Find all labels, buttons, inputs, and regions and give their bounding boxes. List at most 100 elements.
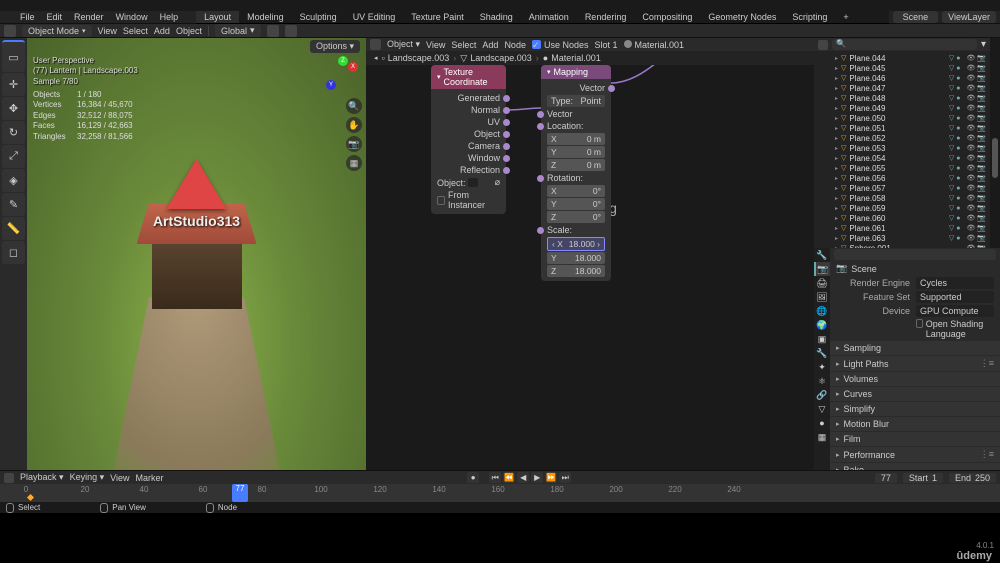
tl-marker[interactable]: Marker: [135, 473, 163, 483]
ptab-world[interactable]: 🌍: [814, 318, 830, 332]
tl-view[interactable]: View: [110, 473, 129, 483]
ptab-constraint[interactable]: 🔗: [814, 388, 830, 402]
ptab-output[interactable]: 🖨: [814, 276, 830, 290]
panel-performance[interactable]: ▸Performance⋮≡: [830, 447, 1000, 462]
ne-add[interactable]: Add: [482, 40, 498, 50]
options-dropdown[interactable]: Options ▾: [310, 40, 360, 53]
outliner-item[interactable]: ▸▽Plane.055▽ ●👁 📷: [814, 163, 990, 173]
material-select[interactable]: Material.001: [624, 40, 685, 50]
proportional-icon[interactable]: [285, 25, 297, 37]
jump-end-icon[interactable]: ⏭: [559, 472, 571, 483]
outliner-search[interactable]: 🔍: [832, 39, 977, 50]
outliner-item[interactable]: ▸▽Plane.049▽ ●👁 📷: [814, 103, 990, 113]
menu-file[interactable]: File: [16, 12, 39, 22]
tab-sculpting[interactable]: Sculpting: [292, 11, 345, 23]
mapping-type[interactable]: Type:Point: [547, 95, 605, 107]
scene-selector[interactable]: Scene: [893, 11, 939, 23]
outliner-item[interactable]: ▸▽Plane.051▽ ●👁 📷: [814, 123, 990, 133]
tab-layout[interactable]: Layout: [196, 11, 239, 23]
node-mapping[interactable]: ▾Mapping Vector Type:Point Vector Locati…: [541, 65, 611, 281]
tool-annotate[interactable]: ✎: [2, 193, 25, 216]
outliner-item[interactable]: ▸▽Plane.058▽ ●👁 📷: [814, 193, 990, 203]
tool-select-box[interactable]: ▭: [2, 40, 25, 72]
loc-z[interactable]: Z0 m: [547, 159, 605, 171]
outliner-scrollbar[interactable]: [990, 38, 1000, 248]
play-icon[interactable]: ▶: [531, 472, 543, 483]
crumb-2[interactable]: ● Material.001: [543, 53, 601, 63]
outliner-item[interactable]: ▸▽Plane.046▽ ●👁 📷: [814, 73, 990, 83]
menu-view[interactable]: View: [98, 26, 117, 36]
shader-editor[interactable]: Object ▾ View Select Add Node ✓Use Nodes…: [366, 38, 814, 470]
tab-scripting[interactable]: Scripting: [784, 11, 835, 23]
ptab-render[interactable]: 📷: [814, 262, 830, 276]
ptab-physics[interactable]: ⚛: [814, 374, 830, 388]
play-reverse-icon[interactable]: ◀: [517, 472, 529, 483]
panel-motion-blur[interactable]: ▸Motion Blur: [830, 417, 1000, 431]
tool-rotate[interactable]: ↻: [2, 121, 25, 144]
tab-texture-paint[interactable]: Texture Paint: [403, 11, 472, 23]
outliner-item[interactable]: ▸▽Plane.061▽ ●👁 📷: [814, 223, 990, 233]
end-frame[interactable]: End 250: [949, 473, 996, 483]
menu-add[interactable]: Add: [154, 26, 170, 36]
ptab-object[interactable]: ▣: [814, 332, 830, 346]
orientation-select[interactable]: Global ▾: [215, 24, 261, 37]
render-engine-select[interactable]: Cycles: [916, 277, 994, 289]
outliner-item[interactable]: ▸▽Plane.052▽ ●👁 📷: [814, 133, 990, 143]
outliner-item[interactable]: ▸▽Plane.047▽ ●👁 📷: [814, 83, 990, 93]
outliner-item[interactable]: ▸▽Plane.050▽ ●👁 📷: [814, 113, 990, 123]
outliner-item[interactable]: ▸▽Plane.059▽ ●👁 📷: [814, 203, 990, 213]
outliner-filter-icon[interactable]: ▾: [981, 39, 986, 50]
ptab-viewlayer[interactable]: 🖼: [814, 290, 830, 304]
scale-y[interactable]: Y18.000: [547, 252, 605, 264]
rot-y[interactable]: Y0°: [547, 198, 605, 210]
outliner-item[interactable]: ▸▽Plane.044▽ ●👁 📷: [814, 53, 990, 63]
ptab-tool[interactable]: 🔧: [814, 248, 830, 262]
ne-view[interactable]: View: [426, 40, 445, 50]
ptab-data[interactable]: ▽: [814, 402, 830, 416]
from-instancer-checkbox[interactable]: [437, 196, 445, 205]
menu-help[interactable]: Help: [156, 12, 183, 22]
ne-node[interactable]: Node: [504, 40, 526, 50]
outliner-item[interactable]: ▸▽Plane.054▽ ●👁 📷: [814, 153, 990, 163]
node-sidebar-tabs[interactable]: [802, 65, 814, 470]
scale-z[interactable]: Z18.000: [547, 265, 605, 277]
tab-modeling[interactable]: Modeling: [239, 11, 292, 23]
tab-geometry-nodes[interactable]: Geometry Nodes: [700, 11, 784, 23]
outliner-item[interactable]: ▸▽Plane.048▽ ●👁 📷: [814, 93, 990, 103]
ptab-texture[interactable]: ▦: [814, 430, 830, 444]
device-select[interactable]: GPU Compute: [916, 305, 994, 317]
snap-icon[interactable]: [267, 25, 279, 37]
editor-type-icon[interactable]: [4, 25, 16, 37]
next-key-icon[interactable]: ⏩: [545, 472, 557, 483]
current-frame[interactable]: 77: [875, 473, 897, 483]
tab-rendering[interactable]: Rendering: [577, 11, 635, 23]
tab-compositing[interactable]: Compositing: [634, 11, 700, 23]
outliner-type-icon[interactable]: [818, 40, 828, 50]
menu-render[interactable]: Render: [70, 12, 108, 22]
panel-curves[interactable]: ▸Curves: [830, 387, 1000, 401]
tab-shading[interactable]: Shading: [472, 11, 521, 23]
menu-window[interactable]: Window: [112, 12, 152, 22]
timeline-track[interactable]: 020406080100120140160180200220240 77: [0, 484, 1000, 502]
scale-x[interactable]: ‹ X18.000 ›: [547, 237, 605, 251]
panel-light-paths[interactable]: ▸Light Paths⋮≡: [830, 356, 1000, 371]
tool-cursor[interactable]: ✛: [2, 73, 25, 96]
perspective-icon[interactable]: ▦: [346, 155, 362, 171]
rot-x[interactable]: X0°: [547, 185, 605, 197]
eyedropper-icon[interactable]: ⌀: [495, 177, 500, 188]
tl-editor-icon[interactable]: [4, 473, 14, 483]
outliner-item[interactable]: ▸▽Plane.063▽ ●👁 📷: [814, 233, 990, 243]
panel-simplify[interactable]: ▸Simplify: [830, 402, 1000, 416]
menu-select[interactable]: Select: [123, 26, 148, 36]
tab-add[interactable]: +: [835, 11, 856, 23]
tool-add-cube[interactable]: ◻: [2, 241, 25, 264]
start-frame[interactable]: Start 1: [903, 473, 943, 483]
slot-select[interactable]: Slot 1: [594, 40, 617, 50]
zoom-icon[interactable]: 🔍: [346, 98, 362, 114]
use-nodes-checkbox[interactable]: ✓Use Nodes: [532, 40, 589, 50]
properties-search[interactable]: [834, 249, 996, 260]
viewlayer-selector[interactable]: ViewLayer: [942, 11, 996, 23]
outliner-item[interactable]: ▸▽Plane.056▽ ●👁 📷: [814, 173, 990, 183]
autokey-icon[interactable]: ●: [467, 472, 479, 483]
tool-move[interactable]: ✥: [2, 97, 25, 120]
